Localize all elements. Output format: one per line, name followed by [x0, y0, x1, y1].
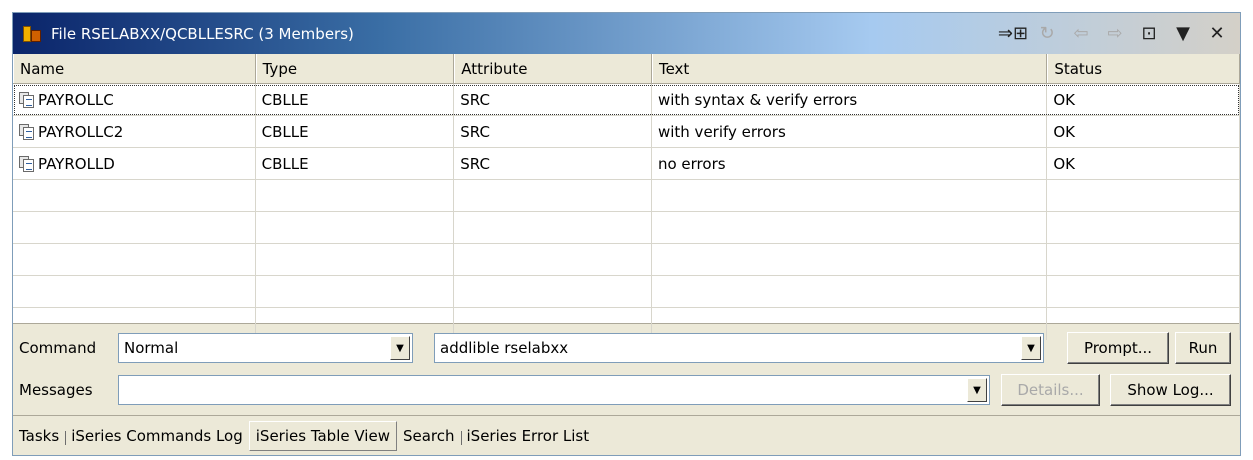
view-menu-icon[interactable]: ▼ — [1168, 19, 1198, 49]
close-icon[interactable]: ✕ — [1202, 19, 1232, 49]
refresh-icon[interactable]: ↻ — [1032, 19, 1062, 49]
command-mode-select[interactable]: Normal ▼ — [118, 333, 413, 363]
member-name: PAYROLLC — [38, 90, 114, 109]
view-toolbar: ⇒⊞ ↻ ⇦ ⇨ ⊡ ▼ ✕ — [998, 13, 1232, 54]
panel-title: File RSELABXX/QCBLLESRC (3 Members) — [51, 24, 354, 43]
member-text: with syntax & verify errors — [652, 84, 1048, 115]
table-row[interactable]: PAYROLLC CBLLE SRC with syntax & verify … — [13, 84, 1240, 116]
empty-row — [13, 244, 1240, 276]
up-level-icon[interactable]: ⊡ — [1134, 19, 1164, 49]
messages-label: Messages — [19, 381, 93, 399]
view-tabs: Tasks iSeries Commands Log iSeries Table… — [13, 415, 1240, 456]
messages-select[interactable]: ▼ — [118, 375, 990, 405]
tab-search[interactable]: Search — [397, 421, 461, 451]
library-file-icon — [21, 23, 43, 45]
title-bar: File RSELABXX/QCBLLESRC (3 Members) ⇒⊞ ↻… — [13, 13, 1240, 54]
member-name: PAYROLLC2 — [38, 122, 124, 141]
source-member-icon — [19, 91, 35, 108]
details-button[interactable]: Details... — [1001, 374, 1100, 406]
run-button[interactable]: Run — [1175, 332, 1231, 364]
source-member-icon — [19, 155, 35, 172]
member-status: OK — [1047, 116, 1240, 147]
table-view-panel: File RSELABXX/QCBLLESRC (3 Members) ⇒⊞ ↻… — [12, 12, 1241, 456]
column-header-status[interactable]: Status — [1047, 54, 1240, 83]
chevron-down-icon[interactable]: ▼ — [967, 378, 987, 402]
member-text: no errors — [652, 148, 1048, 179]
command-row: Command Normal ▼ addlible rselabxx ▼ Pro… — [13, 329, 1240, 367]
empty-row — [13, 276, 1240, 308]
member-name: PAYROLLD — [38, 154, 115, 173]
tab-tasks[interactable]: Tasks — [13, 421, 65, 451]
member-attribute: SRC — [454, 84, 652, 115]
source-member-icon — [19, 123, 35, 140]
table-row[interactable]: PAYROLLD CBLLE SRC no errors OK — [13, 148, 1240, 180]
column-header-type[interactable]: Type — [255, 54, 455, 83]
forward-arrow-icon[interactable]: ⇨ — [1100, 19, 1130, 49]
empty-row — [13, 212, 1240, 244]
member-attribute: SRC — [454, 148, 652, 179]
collapse-to-tree-icon[interactable]: ⇒⊞ — [998, 19, 1028, 49]
command-label: Command — [19, 339, 97, 357]
column-header-text[interactable]: Text — [651, 54, 1048, 83]
tab-iseries-commands-log[interactable]: iSeries Commands Log — [65, 421, 249, 451]
column-header-attribute[interactable]: Attribute — [454, 54, 652, 83]
member-type: CBLLE — [256, 116, 455, 147]
member-text: with verify errors — [652, 116, 1048, 147]
member-status: OK — [1047, 84, 1240, 115]
member-attribute: SRC — [454, 116, 652, 147]
member-status: OK — [1047, 148, 1240, 179]
empty-row — [13, 180, 1240, 212]
back-arrow-icon[interactable]: ⇦ — [1066, 19, 1096, 49]
messages-row: Messages ▼ Details... Show Log... — [13, 371, 1240, 409]
member-type: CBLLE — [256, 84, 455, 115]
prompt-button[interactable]: Prompt... — [1067, 332, 1169, 364]
member-type: CBLLE — [256, 148, 455, 179]
command-input-value: addlible rselabxx — [440, 339, 569, 357]
show-log-button[interactable]: Show Log... — [1110, 374, 1231, 406]
tab-iseries-table-view[interactable]: iSeries Table View — [248, 421, 397, 451]
command-mode-value: Normal — [124, 339, 179, 357]
members-table: Name Type Attribute Text Status PAYROLLC… — [13, 54, 1240, 340]
column-header-name[interactable]: Name — [13, 54, 256, 83]
chevron-down-icon[interactable]: ▼ — [1021, 336, 1041, 360]
table-header: Name Type Attribute Text Status — [13, 54, 1240, 84]
command-input[interactable]: addlible rselabxx ▼ — [434, 333, 1044, 363]
tab-iseries-error-list[interactable]: iSeries Error List — [460, 421, 596, 451]
chevron-down-icon[interactable]: ▼ — [390, 336, 410, 360]
table-row[interactable]: PAYROLLC2 CBLLE SRC with verify errors O… — [13, 116, 1240, 148]
